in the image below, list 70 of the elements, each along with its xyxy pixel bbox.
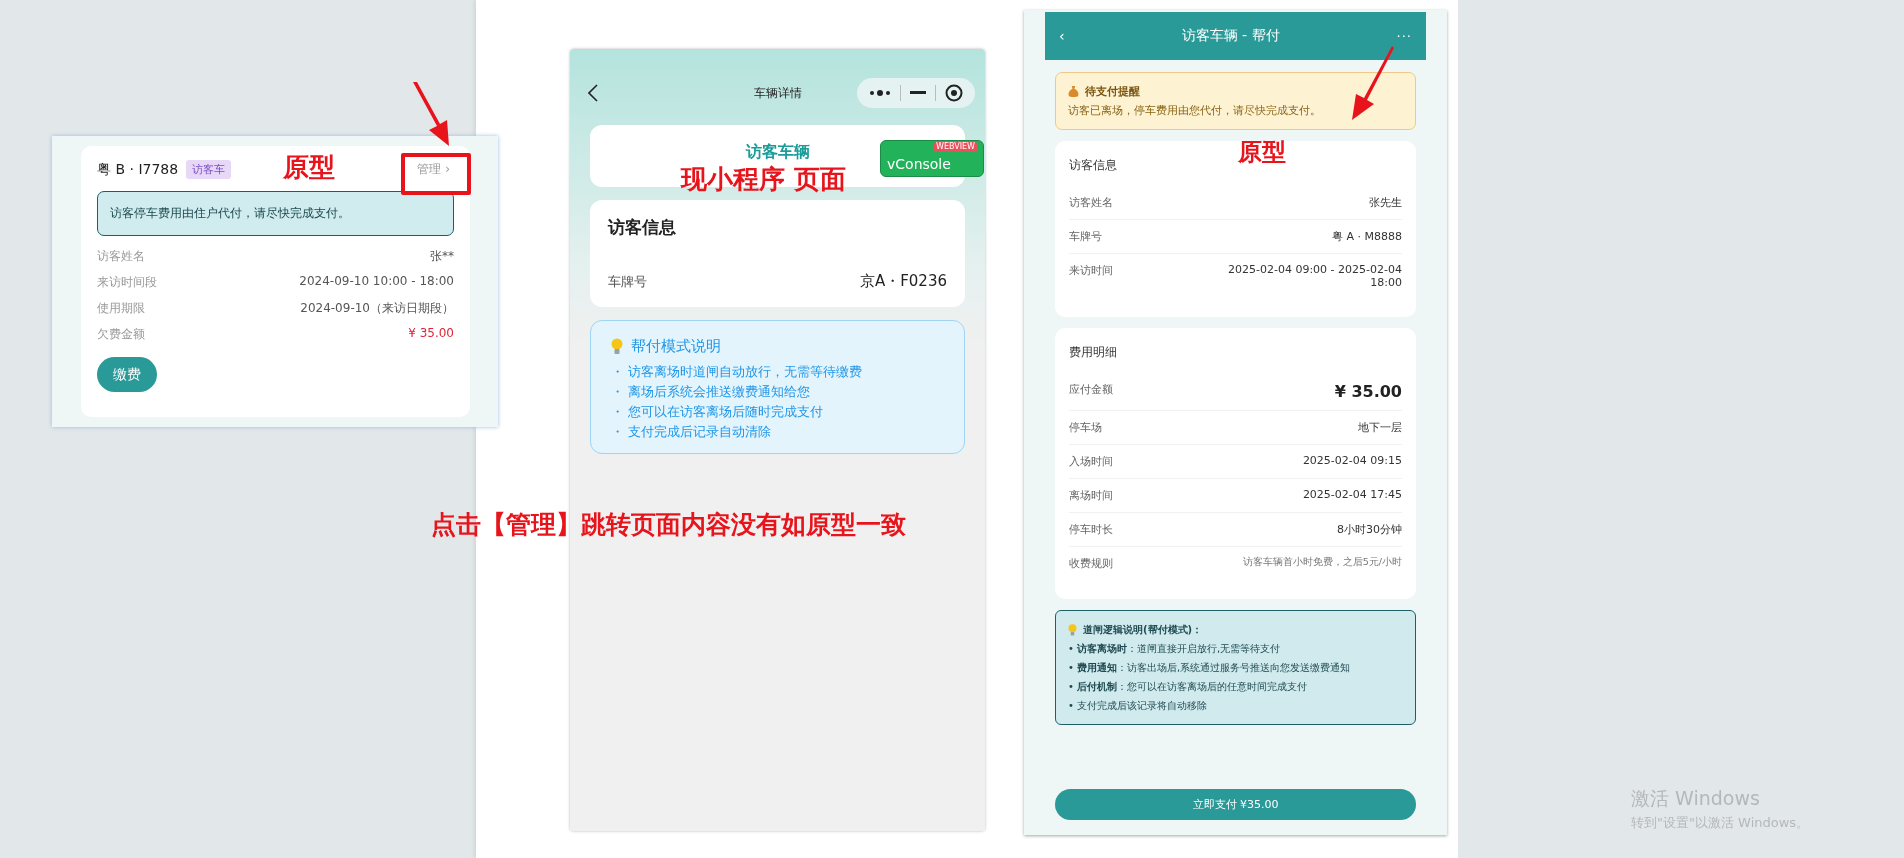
back-icon[interactable] — [588, 84, 598, 102]
row-label: 离场时间 — [1069, 488, 1113, 503]
row-value: 粤 A · M8888 — [1332, 229, 1402, 244]
row-label: 停车时长 — [1069, 522, 1113, 537]
highlight-frame — [401, 153, 471, 195]
row-value: 地下一层 — [1358, 420, 1402, 435]
alert-text: 访客已离场，停车费用由您代付，请尽快完成支付。 — [1068, 103, 1322, 118]
manage-link[interactable]: 管理 › — [417, 161, 450, 178]
back-button[interactable]: ‹ — [1059, 28, 1065, 44]
minimize-icon[interactable] — [910, 91, 926, 95]
row-label: 车牌号 — [608, 272, 647, 291]
help-item: ・ 离场后系统会推送缴费通知给您 — [611, 383, 812, 401]
row-value: 张先生 — [1369, 195, 1402, 210]
gate-item: • 费用通知：访客出场后,系统通过服务号推送向您发送缴费通知 — [1068, 661, 1352, 675]
row-label: 停车场 — [1069, 420, 1102, 435]
row-label: 入场时间 — [1069, 454, 1113, 469]
nav-title: 车辆详情 — [753, 84, 802, 102]
annotation-label: 原型 — [283, 151, 335, 184]
row-value: 访客车辆首小时免费，之后5元/小时 — [1242, 556, 1402, 569]
help-item: ・ 支付完成后记录自动清除 — [611, 423, 773, 441]
annotation-text: 点击【管理】跳转页面内容没有如原型一致 — [431, 509, 906, 541]
row-value: 张** — [430, 248, 454, 265]
notice-box: 访客停车费用由住户代付，请尽快完成支付。 — [97, 191, 454, 236]
help-item: ・ 您可以在访客离场后随时完成支付 — [611, 403, 825, 421]
nav-title: 访客车辆 - 帮付 — [1180, 27, 1281, 45]
lightbulb-icon — [611, 337, 623, 356]
gate-title: 道闸逻辑说明(帮付模式)： — [1083, 623, 1203, 637]
row-value: 2025-02-04 09:00 - 2025-02-04 18:00 — [1227, 263, 1402, 289]
plate-number: 粤 B · I7788 — [97, 160, 179, 179]
ribbon-label: WEBVIEW — [934, 142, 977, 152]
row-value: ¥ 35.00 — [408, 326, 454, 342]
row-label: 车牌号 — [1069, 229, 1102, 244]
help-title: 帮付模式说明 — [631, 337, 721, 356]
arrow-icon — [411, 82, 451, 146]
row-label: 收费规则 — [1069, 556, 1113, 571]
gate-item: • 后付机制：您可以在访客离场后的任意时间完成支付 — [1068, 680, 1309, 694]
more-icon[interactable] — [869, 89, 891, 97]
row-label: 来访时间段 — [97, 274, 157, 291]
pay-button[interactable]: 缴费 — [97, 357, 157, 392]
row-label: 应付金额 — [1069, 382, 1113, 397]
row-value: 2025-02-04 17:45 — [1302, 488, 1402, 501]
row-value: 2024-09-10（来访日期段） — [300, 300, 454, 317]
row-label: 来访时间 — [1069, 263, 1113, 278]
section-title: 访客信息 — [608, 216, 677, 239]
money-bag-icon — [1068, 85, 1079, 98]
arrow-icon — [1350, 46, 1394, 120]
more-button[interactable]: ··· — [1396, 28, 1412, 44]
row-value: 京A・F0236 — [859, 272, 947, 291]
row-value: 2024-09-10 10:00 - 18:00 — [299, 274, 454, 290]
pay-now-button[interactable]: 立即支付 ¥35.00 — [1055, 789, 1416, 820]
card-title: 访客车辆 — [745, 141, 810, 163]
row-label: 访客姓名 — [1069, 195, 1113, 210]
section-title: 费用明细 — [1069, 344, 1118, 361]
gate-item: • 支付完成后该记录将自动移除 — [1068, 699, 1209, 713]
row-value: 2025-02-04 09:15 — [1302, 454, 1402, 467]
row-label: 欠费金额 — [97, 326, 145, 343]
capsule-menu[interactable] — [857, 78, 975, 108]
row-label: 访客姓名 — [97, 248, 145, 265]
annotation-label: 原型 — [1238, 137, 1286, 168]
visitor-tag: 访客车 — [186, 160, 232, 179]
close-icon[interactable] — [945, 84, 963, 102]
help-item: ・ 访客离场时道闸自动放行，无需等待缴费 — [611, 363, 864, 381]
row-value: ¥ 35.00 — [1334, 382, 1402, 401]
lightbulb-icon — [1068, 623, 1077, 637]
row-value: 8小时30分钟 — [1337, 522, 1402, 537]
alert-title: 待支付提醒 — [1085, 84, 1140, 99]
row-label: 使用期限 — [97, 300, 145, 317]
section-title: 访客信息 — [1069, 157, 1118, 174]
gate-item: • 访客离场时：道闸直接开启放行,无需等待支付 — [1068, 642, 1282, 656]
annotation-label: 现小程序 页面 — [681, 163, 847, 196]
